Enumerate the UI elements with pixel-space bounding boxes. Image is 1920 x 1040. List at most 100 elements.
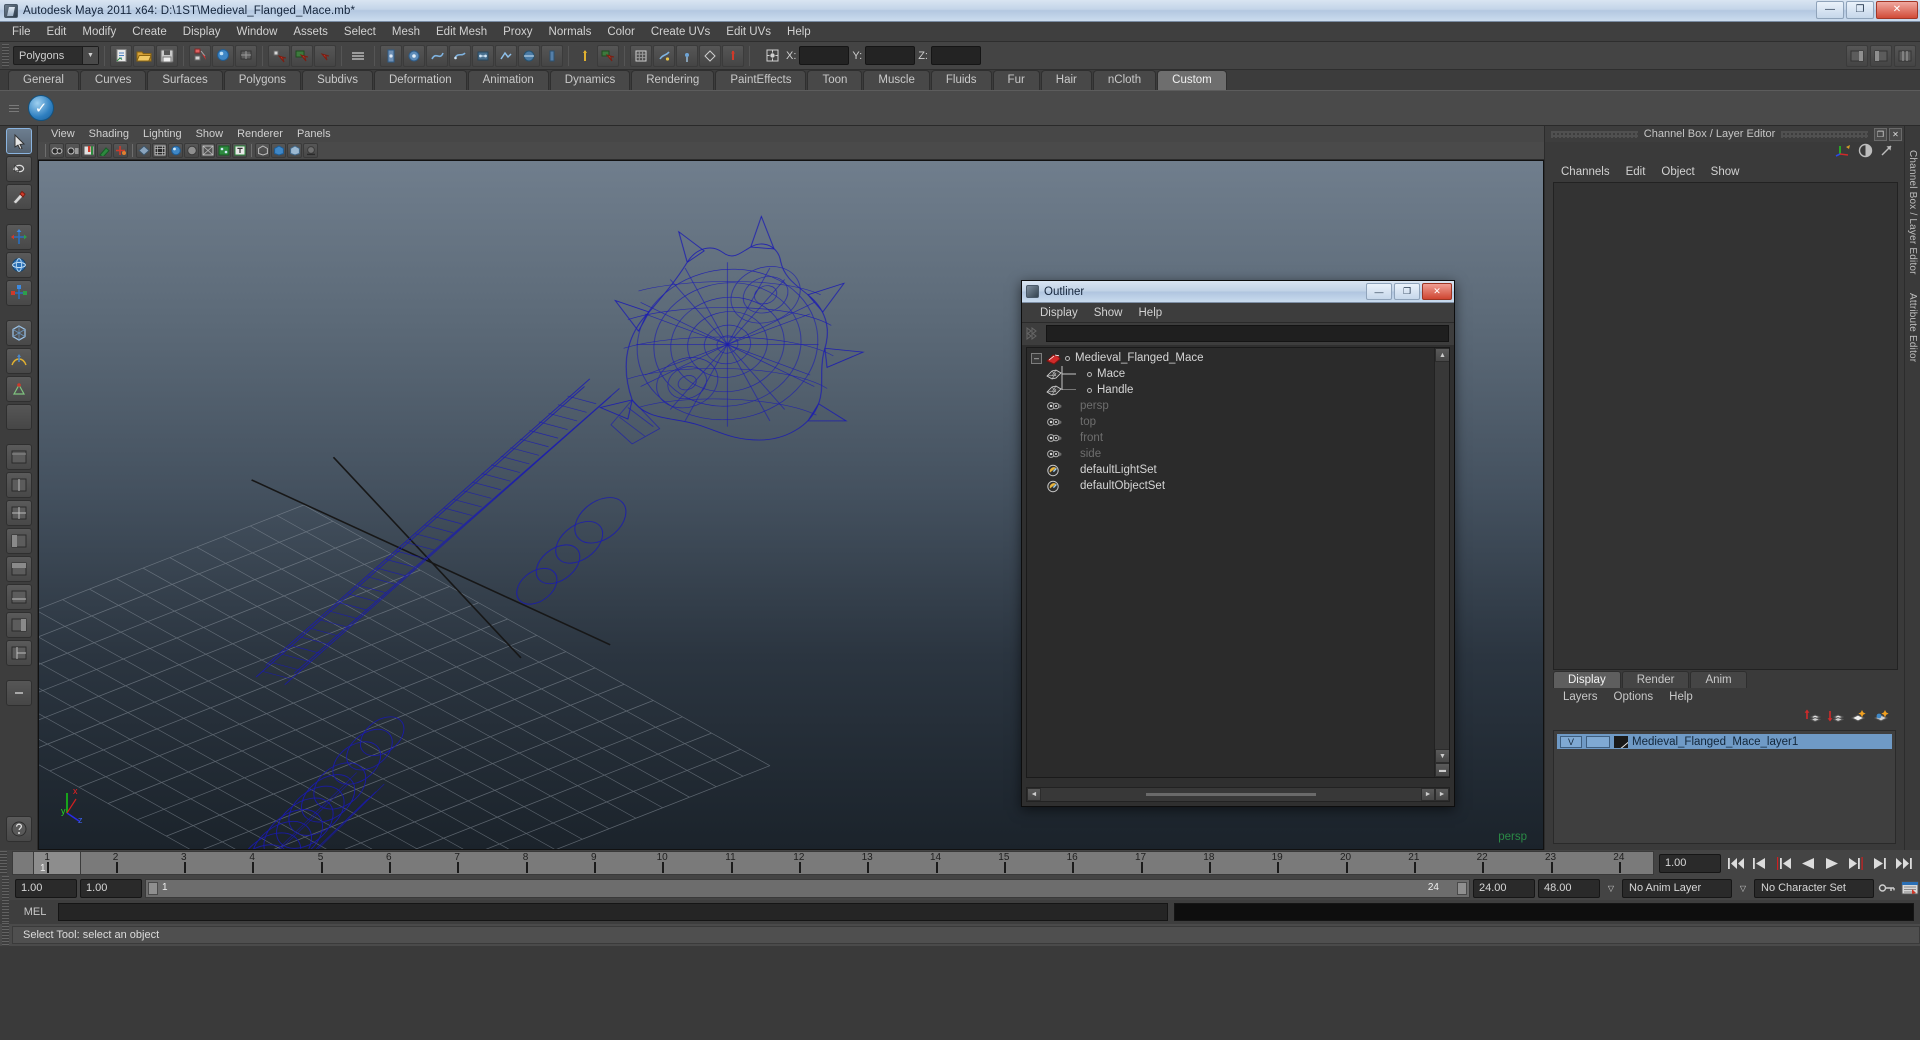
step-back-key-button[interactable] bbox=[1750, 854, 1770, 873]
outliner-row-front[interactable]: front bbox=[1027, 430, 1433, 446]
layer-tab-render[interactable]: Render bbox=[1621, 671, 1690, 688]
shelf-tab-rendering[interactable]: Rendering bbox=[631, 70, 715, 90]
select-by-component-type-icon[interactable] bbox=[235, 44, 257, 67]
menu-edit-mesh[interactable]: Edit Mesh bbox=[428, 22, 495, 42]
help-toolbox-icon[interactable] bbox=[5, 816, 32, 842]
menu-create[interactable]: Create bbox=[124, 22, 175, 42]
layout-hypershade-persp-icon[interactable] bbox=[5, 556, 32, 582]
shelf-tab-ncloth[interactable]: nCloth bbox=[1092, 70, 1157, 90]
channel-box-content[interactable] bbox=[1553, 182, 1898, 670]
outliner-close-button[interactable]: ✕ bbox=[1422, 283, 1452, 300]
grid-toggle-icon[interactable] bbox=[630, 44, 652, 67]
z-input[interactable] bbox=[930, 46, 981, 65]
outliner-horizontal-scrollbar[interactable]: ◄ ► ► bbox=[1026, 787, 1450, 802]
menu-display[interactable]: Display bbox=[175, 22, 229, 42]
paint-selection-icon[interactable] bbox=[653, 44, 675, 67]
x-input[interactable] bbox=[799, 46, 850, 65]
outliner-vertical-scrollbar[interactable]: ▲ ▼ ▬ bbox=[1434, 348, 1449, 777]
outliner-row-top[interactable]: top bbox=[1027, 414, 1433, 430]
shelf-tab-fluids[interactable]: Fluids bbox=[930, 70, 992, 90]
anim-layer-dropdown-icon[interactable]: ▽ bbox=[1603, 879, 1619, 898]
input-output-connections-icon[interactable] bbox=[541, 44, 563, 67]
command-language-label[interactable]: MEL bbox=[18, 906, 52, 918]
shelf-tab-curves[interactable]: Curves bbox=[79, 70, 147, 90]
minimize-button[interactable]: — bbox=[1816, 1, 1844, 19]
paint-effects-icon[interactable] bbox=[97, 143, 112, 158]
panel-drag-handle-right[interactable] bbox=[1781, 130, 1868, 138]
soft-modification-tool-icon[interactable] bbox=[5, 348, 32, 374]
select-by-object-type-icon[interactable] bbox=[212, 44, 234, 67]
shelf-tab-general[interactable]: General bbox=[8, 70, 79, 90]
anim-layer-field[interactable]: No Anim Layer bbox=[1622, 878, 1732, 898]
menu-select[interactable]: Select bbox=[336, 22, 384, 42]
panel-restore-button[interactable]: ❐ bbox=[1874, 127, 1887, 141]
snap-to-view-planes-icon[interactable] bbox=[472, 44, 494, 67]
close-button[interactable]: ✕ bbox=[1876, 1, 1918, 19]
step-forward-key-button[interactable] bbox=[1870, 854, 1890, 873]
shelf-gripper[interactable] bbox=[6, 92, 22, 124]
smooth-shading-icon[interactable] bbox=[722, 44, 744, 67]
menu-color[interactable]: Color bbox=[599, 22, 642, 42]
layer-list-item[interactable]: V Medieval_Flanged_Mace_layer1 bbox=[1557, 734, 1892, 749]
range-bar[interactable]: 1 24 bbox=[145, 878, 1470, 898]
menu-assets[interactable]: Assets bbox=[285, 22, 336, 42]
side-tab-attribute-editor[interactable]: Attribute Editor bbox=[1907, 293, 1918, 362]
menu-modify[interactable]: Modify bbox=[74, 22, 124, 42]
menu-edit-uvs[interactable]: Edit UVs bbox=[718, 22, 779, 42]
outliner-row-default-object-set[interactable]: defaultObjectSet bbox=[1027, 478, 1433, 494]
viewport-menu-view[interactable]: View bbox=[44, 128, 82, 140]
outliner-row-mace[interactable]: Mace bbox=[1027, 366, 1433, 382]
texture-display-icon[interactable] bbox=[216, 143, 231, 158]
shelf-tab-deformation[interactable]: Deformation bbox=[373, 70, 467, 90]
wireframe-shading-icon[interactable] bbox=[136, 143, 151, 158]
menu-file[interactable]: File bbox=[4, 22, 39, 42]
animation-start-field[interactable]: 1.00 bbox=[15, 878, 77, 898]
manipulator-axes-icon[interactable] bbox=[1835, 143, 1852, 161]
menu-mesh[interactable]: Mesh bbox=[384, 22, 428, 42]
layout-outliner-persp-icon[interactable] bbox=[5, 528, 32, 554]
flat-shade-icon[interactable] bbox=[184, 143, 199, 158]
minimize-toolbox-icon[interactable] bbox=[5, 680, 32, 706]
range-right-handle[interactable] bbox=[1457, 881, 1467, 895]
shelf-tab-subdivs[interactable]: Subdivs bbox=[302, 70, 373, 90]
play-backwards-button[interactable] bbox=[1798, 854, 1818, 873]
shaded-wireframe-icon[interactable] bbox=[200, 143, 215, 158]
snap-to-grid-icon[interactable] bbox=[380, 44, 402, 67]
use-selected-lights-icon[interactable] bbox=[287, 143, 302, 158]
layout-persp-graph-icon[interactable] bbox=[5, 584, 32, 610]
shelf-tab-toon[interactable]: Toon bbox=[807, 70, 863, 90]
shelf-tab-painteffects[interactable]: PaintEffects bbox=[715, 70, 807, 90]
snap-to-curve-icon[interactable] bbox=[403, 44, 425, 67]
layer-menu-help[interactable]: Help bbox=[1661, 691, 1701, 703]
play-forwards-button[interactable] bbox=[1822, 854, 1842, 873]
menu-normals[interactable]: Normals bbox=[541, 22, 600, 42]
smooth-shade-all-icon[interactable] bbox=[152, 143, 167, 158]
sculpt-tool-icon[interactable] bbox=[676, 44, 698, 67]
go-to-start-button[interactable] bbox=[1726, 854, 1746, 873]
viewport-menu-shading[interactable]: Shading bbox=[82, 128, 136, 140]
time-slider-gripper[interactable] bbox=[0, 851, 7, 875]
toggle-channel-box-icon[interactable] bbox=[1894, 44, 1916, 67]
menu-window[interactable]: Window bbox=[228, 22, 285, 42]
paint-select-tool-icon[interactable] bbox=[5, 184, 32, 210]
scroll-end-icon[interactable]: ▬ bbox=[1435, 763, 1449, 777]
outliner-menu-display[interactable]: Display bbox=[1032, 307, 1086, 319]
scroll-down-icon[interactable]: ▼ bbox=[1435, 749, 1449, 763]
hscroll-thumb[interactable] bbox=[1146, 793, 1316, 796]
layout-persp-outliner-icon[interactable] bbox=[5, 612, 32, 638]
use-all-lights-icon[interactable] bbox=[271, 143, 286, 158]
current-frame-field[interactable]: 1.00 bbox=[1659, 853, 1721, 873]
select-handle-icon[interactable] bbox=[268, 44, 290, 67]
channel-arrow-icon[interactable] bbox=[1879, 143, 1894, 161]
viewport-menu-show[interactable]: Show bbox=[189, 128, 231, 140]
viewport-menu-lighting[interactable]: Lighting bbox=[136, 128, 189, 140]
outliner-filter-icon[interactable] bbox=[1026, 325, 1042, 341]
text-display-icon[interactable] bbox=[232, 143, 247, 158]
channel-menu-channels[interactable]: Channels bbox=[1553, 166, 1618, 178]
make-live-icon[interactable] bbox=[495, 44, 517, 67]
expand-collapse-toggle[interactable]: – bbox=[1031, 352, 1042, 364]
go-to-end-button[interactable] bbox=[1894, 854, 1914, 873]
shelf-tab-animation[interactable]: Animation bbox=[467, 70, 549, 90]
step-back-frame-button[interactable] bbox=[1774, 854, 1794, 873]
layer-menu-layers[interactable]: Layers bbox=[1555, 691, 1606, 703]
